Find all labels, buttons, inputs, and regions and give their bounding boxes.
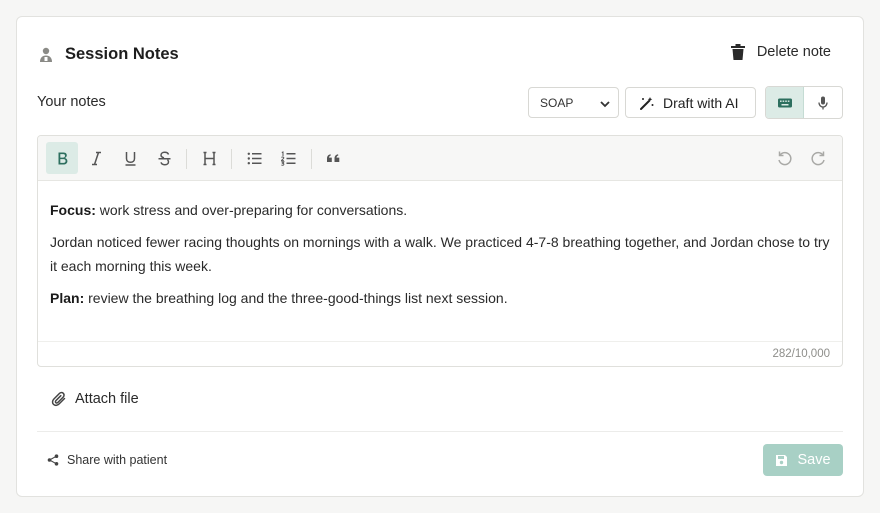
attach-file-label: Attach file [75,391,139,407]
underline-button[interactable] [114,142,146,174]
undo-icon [777,151,792,165]
save-label: Save [797,452,831,468]
keyboard-icon [777,98,792,107]
your-notes-label: Your notes [37,94,106,110]
input-mode-toggle [765,86,843,119]
focus-label: Focus: [50,202,96,218]
template-select-value: SOAP [540,95,574,110]
delete-note-label: Delete note [756,44,831,60]
chevron-down-icon [600,98,610,108]
undo-button[interactable] [768,142,800,174]
magic-wand-icon [640,96,654,110]
redo-icon [810,151,825,165]
save-icon [775,454,788,467]
draft-with-ai-button[interactable]: Draft with AI [625,87,756,118]
strikethrough-button[interactable] [148,142,180,174]
plan-text: review the breathing log and the three-g… [84,290,508,306]
rich-text-editor: Focus: work stress and over-preparing fo… [37,135,843,367]
italic-button[interactable] [80,142,112,174]
bold-icon [58,152,67,164]
plan-label: Plan: [50,290,85,306]
delete-note-button[interactable]: Delete note [730,44,831,60]
share-with-patient-button[interactable]: Share with patient [47,453,167,467]
user-icon [37,46,55,64]
quote-icon [326,153,339,162]
underline-icon [125,151,135,166]
note-paragraph-focus: Focus: work stress and over-preparing fo… [50,198,830,222]
trash-icon [730,44,745,60]
share-with-patient-label: Share with patient [67,453,168,467]
italic-icon [91,151,101,165]
numbered-list-button[interactable] [272,142,304,174]
quote-button[interactable] [317,142,349,174]
session-notes-card: Session Notes Delete note Your notes SOA… [16,16,864,497]
character-counter: 282/10,000 [772,348,830,360]
focus-text: work stress and over-preparing for conve… [95,202,408,218]
draft-with-ai-label: Draft with AI [663,94,739,111]
strikethrough-icon [158,151,170,165]
bold-button[interactable] [46,142,78,174]
editor-toolbar [38,136,842,181]
page-title: Session Notes [65,45,179,63]
attach-file-button[interactable]: Attach file [51,391,139,407]
microphone-icon [818,96,828,109]
bullet-list-button[interactable] [238,142,270,174]
paperclip-icon [51,391,67,407]
share-icon [47,454,59,466]
keyboard-mode-button[interactable] [766,87,805,118]
save-button[interactable]: Save [763,444,843,476]
card-header: Session Notes [37,45,179,64]
heading-icon [203,151,215,165]
footer-divider [37,431,843,432]
numbered-list-icon [280,150,295,166]
template-select[interactable]: SOAP [528,87,619,118]
bullet-list-icon [247,152,261,164]
note-paragraph-plan: Plan: review the breathing log and the t… [50,286,830,310]
microphone-mode-button[interactable] [804,87,842,118]
note-paragraph-body: Jordan noticed fewer racing thoughts on … [50,234,830,274]
redo-button[interactable] [802,142,834,174]
heading-button[interactable] [193,142,225,174]
editor-content[interactable]: Focus: work stress and over-preparing fo… [50,198,830,318]
